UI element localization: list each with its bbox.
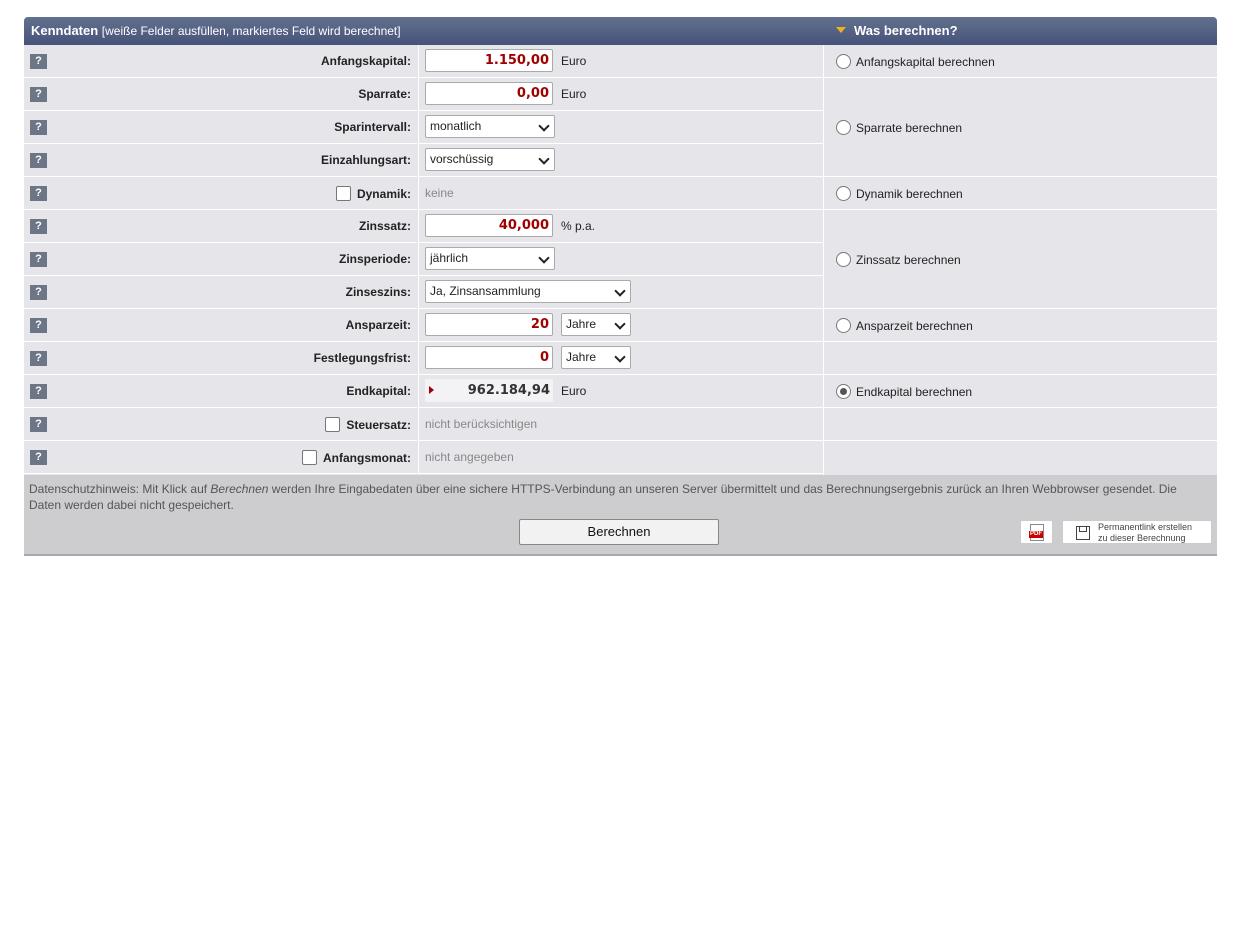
help-button[interactable]: ? (30, 252, 47, 267)
help-button[interactable]: ? (30, 120, 47, 135)
label-einzahlungsart: Einzahlungsart: (320, 153, 411, 167)
chevron-down-icon (614, 318, 626, 330)
steuersatz-value: nicht berücksichtigen (425, 417, 538, 431)
calc-option-ansparzeit[interactable]: Ansparzeit berechnen (824, 309, 1217, 342)
help-button[interactable]: ? (30, 87, 47, 102)
zinssatz-input[interactable]: 40,000 (425, 214, 553, 237)
label-zinsperiode: Zinsperiode: (338, 252, 411, 266)
radio-sparrate[interactable] (836, 120, 851, 135)
permalink-button[interactable]: Permanentlink erstellen zu dieser Berech… (1062, 520, 1212, 544)
steuersatz-checkbox[interactable] (325, 417, 341, 432)
chevron-down-icon (614, 285, 626, 297)
ansparzeit-input[interactable]: 20 (425, 313, 553, 336)
radio-dynamik[interactable] (836, 186, 851, 201)
radio-endkapital[interactable] (836, 384, 851, 399)
help-button[interactable]: ? (30, 384, 47, 399)
form-body: ? Anfangskapital: 1.150,00 Euro ? Sparra… (24, 45, 1217, 475)
unit-euro: Euro (561, 54, 587, 68)
label-ansparzeit: Ansparzeit: (345, 318, 411, 332)
label-sparrate: Sparrate: (358, 87, 411, 101)
section-header: Kenndaten [weiße Felder ausfüllen, marki… (24, 17, 1217, 45)
form-footer: Datenschutzhinweis: Mit Klick auf Berech… (24, 475, 1217, 556)
label-zinssatz: Zinssatz: (358, 219, 411, 233)
sparintervall-select[interactable]: monatlich (425, 115, 555, 138)
help-button[interactable]: ? (30, 351, 47, 366)
unit-euro: Euro (561, 384, 587, 398)
chevron-down-icon (614, 351, 626, 363)
label-endkapital: Endkapital: (346, 384, 411, 398)
radio-zinssatz[interactable] (836, 252, 851, 267)
row-anfangsmonat: ? Anfangsmonat: nicht angegeben (24, 441, 1217, 474)
help-button[interactable]: ? (30, 186, 47, 201)
help-button[interactable]: ? (30, 153, 47, 168)
calc-option-sparrate[interactable]: Sparrate berechnen (824, 78, 1217, 177)
help-button[interactable]: ? (30, 219, 47, 234)
anfangsmonat-checkbox[interactable] (302, 450, 317, 465)
calc-option-empty (824, 342, 1217, 375)
einzahlungsart-select[interactable]: vorschüssig (425, 148, 555, 171)
radio-anfangskapital[interactable] (836, 54, 851, 69)
calc-option-endkapital[interactable]: Endkapital berechnen (824, 375, 1217, 408)
festlegungsfrist-input[interactable]: 0 (425, 346, 553, 369)
label-festlegungsfrist: Festlegungsfrist: (313, 351, 411, 365)
pdf-icon: PDF (1029, 524, 1044, 541)
zinseszins-select[interactable]: Ja, Zinsansammlung (425, 280, 631, 303)
dynamik-value: keine (425, 186, 454, 200)
sparrate-input[interactable]: 0,00 (425, 82, 553, 105)
chevron-down-icon (538, 252, 550, 264)
festlegungsfrist-unit-select[interactable]: Jahre (561, 346, 631, 369)
help-button[interactable]: ? (30, 285, 47, 300)
label-anfangsmonat: Anfangsmonat: (302, 450, 411, 465)
label-steuersatz: Steuersatz: (325, 417, 411, 432)
calc-option-dynamik[interactable]: Dynamik berechnen (824, 177, 1217, 210)
help-button[interactable]: ? (30, 417, 47, 432)
help-button[interactable]: ? (30, 318, 47, 333)
calculator-panel: Kenndaten [weiße Felder ausfüllen, marki… (24, 17, 1217, 556)
calc-option-zinssatz[interactable]: Zinssatz berechnen (824, 210, 1217, 309)
calc-option-anfangskapital[interactable]: Anfangskapital berechnen (824, 45, 1217, 78)
label-sparintervall: Sparintervall: (334, 120, 411, 134)
radio-ansparzeit[interactable] (836, 318, 851, 333)
anfangsmonat-value: nicht angegeben (425, 450, 514, 464)
calc-option-empty (824, 408, 1217, 441)
unit-euro: Euro (561, 87, 587, 101)
pdf-button[interactable]: PDF (1020, 520, 1053, 544)
label-zinseszins: Zinseszins: (345, 285, 411, 299)
privacy-note: Datenschutzhinweis: Mit Klick auf Berech… (29, 482, 1177, 512)
unit-percent: % p.a. (561, 219, 596, 233)
ansparzeit-unit-select[interactable]: Jahre (561, 313, 631, 336)
triangle-down-icon (836, 27, 846, 33)
header-title: Kenndaten [weiße Felder ausfüllen, marki… (31, 23, 401, 38)
zinsperiode-select[interactable]: jährlich (425, 247, 555, 270)
endkapital-result: 962.184,94 (425, 379, 553, 402)
chevron-down-icon (538, 153, 550, 165)
label-dynamik: Dynamik: (335, 186, 411, 201)
calc-target-header: Was berechnen? (836, 23, 958, 38)
anfangskapital-input[interactable]: 1.150,00 (425, 49, 553, 72)
help-button[interactable]: ? (30, 450, 47, 465)
berechnen-button[interactable]: Berechnen (519, 519, 719, 545)
arrow-right-icon (429, 386, 434, 394)
floppy-disk-icon (1076, 526, 1090, 540)
dynamik-checkbox[interactable] (335, 186, 351, 201)
header-subtitle: [weiße Felder ausfüllen, markiertes Feld… (101, 24, 401, 38)
help-button[interactable]: ? (30, 54, 47, 69)
chevron-down-icon (538, 120, 550, 132)
label-anfangskapital: Anfangskapital: (320, 54, 411, 68)
